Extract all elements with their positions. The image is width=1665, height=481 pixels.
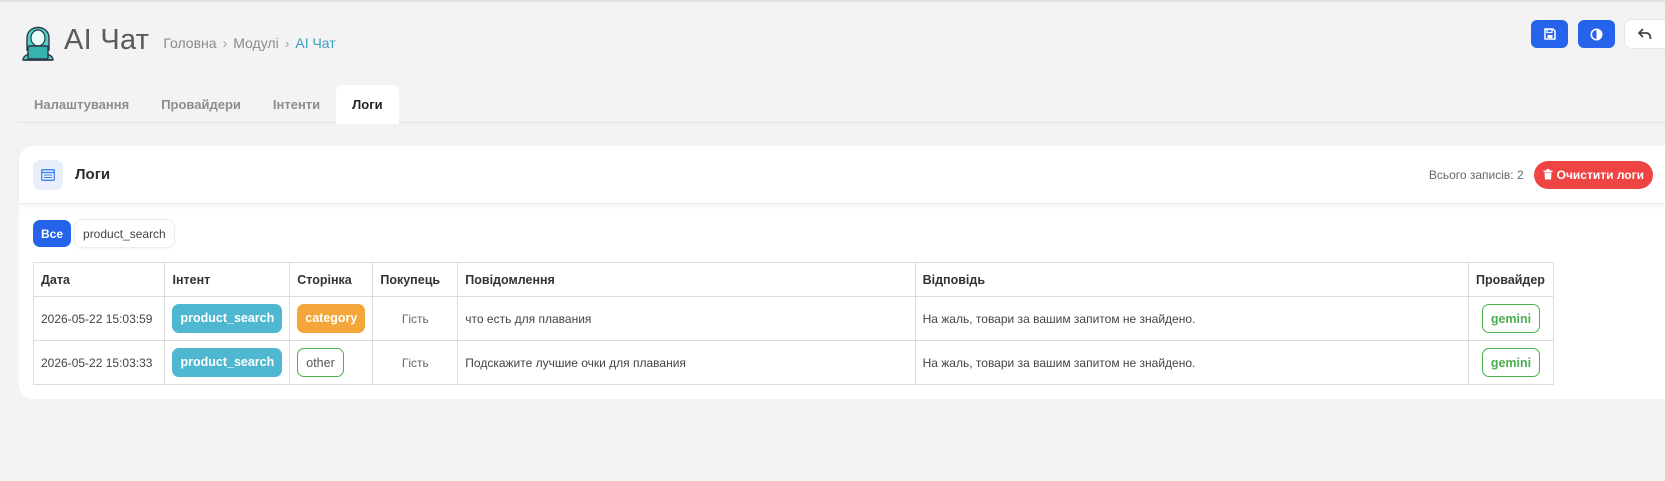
- total-records: Всього записів: 2: [1428, 167, 1524, 182]
- breadcrumb-separator-icon: ›: [222, 35, 228, 51]
- list-icon: [33, 159, 63, 190]
- cell-message: что есть для плавания: [457, 296, 916, 341]
- cell-page: other: [289, 340, 374, 385]
- tab-settings[interactable]: Налаштування: [18, 85, 145, 123]
- cell-answer: На жаль, товари за вашим запитом не знай…: [914, 340, 1470, 385]
- intent-filters: Все product_search: [33, 220, 174, 247]
- tab-providers[interactable]: Провайдери: [145, 85, 257, 123]
- cell-page: category: [289, 296, 374, 341]
- breadcrumb-home[interactable]: Головна: [163, 35, 216, 51]
- logs-card: Логи Всього записів: 2 Очистити логи Все…: [19, 146, 1665, 399]
- page-badge: other: [297, 348, 344, 377]
- page-header: AI Чат Головна › Модулі › AI Чат: [20, 16, 336, 62]
- intent-badge: product_search: [172, 348, 283, 377]
- cell-buyer: Гість: [372, 340, 459, 385]
- theme-toggle-button[interactable]: [1578, 20, 1615, 48]
- logs-table: Дата Інтент Сторінка Покупець Повідомлен…: [32, 262, 1554, 385]
- breadcrumb-current[interactable]: AI Чат: [295, 35, 335, 51]
- cell-provider: gemini: [1468, 340, 1554, 385]
- card-header: Логи Всього записів: 2 Очистити логи: [19, 146, 1665, 204]
- provider-badge: gemini: [1481, 304, 1541, 333]
- top-border: [0, 0, 1665, 2]
- page-badge: category: [297, 304, 366, 333]
- trash-icon: [1543, 169, 1553, 180]
- column-header-provider: Провайдер: [1468, 262, 1554, 297]
- tab-bar: Налаштування Провайдери Інтенти Логи: [18, 85, 1665, 124]
- column-header-date: Дата: [32, 262, 166, 297]
- card-header-right: Всього записів: 2 Очистити логи: [1428, 160, 1653, 189]
- column-header-page: Сторінка: [289, 262, 374, 297]
- contrast-icon: [1590, 28, 1603, 40]
- cell-intent: product_search: [164, 340, 291, 385]
- tab-intents[interactable]: Інтенти: [257, 85, 336, 123]
- cell-buyer: Гість: [372, 296, 459, 341]
- breadcrumb: Головна › Модулі › AI Чат: [163, 35, 335, 51]
- hacker-logo-icon: [22, 26, 54, 61]
- save-button[interactable]: [1531, 20, 1568, 48]
- tab-logs[interactable]: Логи: [336, 85, 399, 124]
- column-header-message: Повідомлення: [457, 262, 916, 297]
- filter-all[interactable]: Все: [33, 220, 72, 247]
- filter-product-search[interactable]: product_search: [75, 220, 174, 247]
- cell-date: 2026-05-22 15:03:33: [32, 340, 166, 385]
- table-row: 2026-05-22 15:03:33 product_search other…: [32, 340, 1554, 385]
- table-header-row: Дата Інтент Сторінка Покупець Повідомлен…: [32, 262, 1554, 297]
- cell-message: Подскажите лучшие очки для плавания: [457, 340, 916, 385]
- intent-badge: product_search: [172, 304, 283, 333]
- clear-logs-button[interactable]: Очистити логи: [1533, 160, 1653, 189]
- cell-date: 2026-05-22 15:03:59: [32, 296, 166, 341]
- breadcrumb-separator-icon: ›: [284, 35, 290, 51]
- cell-answer: На жаль, товари за вашим запитом не знай…: [914, 296, 1470, 341]
- header-actions: [1531, 20, 1665, 48]
- clear-logs-label: Очистити логи: [1556, 167, 1644, 182]
- card-title: Логи: [75, 166, 111, 183]
- column-header-intent: Інтент: [164, 262, 291, 297]
- reply-arrow-icon: [1638, 28, 1652, 40]
- cell-provider: gemini: [1468, 296, 1554, 341]
- app-title: AI Чат: [64, 23, 150, 56]
- column-header-answer: Відповідь: [914, 262, 1470, 297]
- back-button[interactable]: [1625, 20, 1665, 48]
- floppy-icon: [1543, 28, 1556, 40]
- cell-intent: product_search: [164, 296, 291, 341]
- provider-badge: gemini: [1481, 348, 1541, 377]
- breadcrumb-modules[interactable]: Модулі: [233, 35, 278, 51]
- table-row: 2026-05-22 15:03:59 product_search categ…: [32, 296, 1554, 341]
- column-header-buyer: Покупець: [372, 262, 459, 297]
